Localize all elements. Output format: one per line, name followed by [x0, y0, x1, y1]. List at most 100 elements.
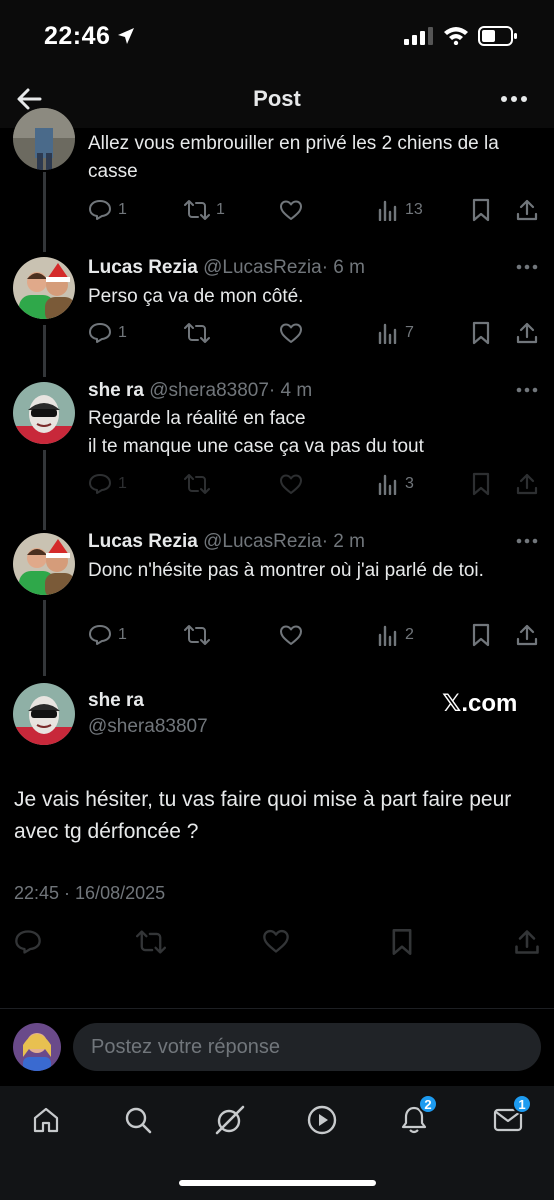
heart-icon	[280, 625, 302, 645]
nav-messages[interactable]: 1	[486, 1094, 532, 1140]
tweet-text: Allez vous embrouiller en privé les 2 ch…	[88, 133, 499, 182]
repost-button[interactable]	[184, 621, 210, 649]
heart-icon	[280, 200, 302, 220]
nav-video[interactable]	[300, 1100, 344, 1140]
like-button[interactable]	[279, 621, 303, 649]
my-avatar[interactable]	[13, 1023, 61, 1071]
nav-notifications[interactable]: 2	[392, 1094, 438, 1140]
author-line: Lucas Rezia @LucasRezia· 2 m	[88, 531, 365, 553]
share-button[interactable]	[516, 196, 538, 224]
repost-icon[interactable]	[136, 928, 166, 956]
share-icon	[516, 199, 538, 221]
like-button[interactable]	[279, 196, 303, 224]
tweet-actions: 1 2	[88, 621, 540, 649]
main-author-handle[interactable]: @shera83807	[88, 716, 208, 738]
post-time: · 2 m	[321, 531, 365, 552]
views-count: 13	[405, 201, 423, 218]
more-horizontal-icon[interactable]	[516, 538, 538, 544]
views-button[interactable]: 13	[377, 196, 423, 224]
bookmark-icon	[472, 623, 490, 647]
author-line: Lucas Rezia @LucasRezia· 6 m	[88, 257, 365, 279]
like-button[interactable]	[279, 319, 303, 347]
status-time: 22:46	[44, 22, 111, 50]
bookmark-button[interactable]	[471, 319, 491, 347]
avatar[interactable]	[13, 683, 75, 745]
thread-connector	[43, 325, 46, 377]
author-handle[interactable]: @shera83807	[149, 380, 269, 401]
reply-button[interactable]: 1	[88, 319, 127, 347]
status-bar: 22:46	[0, 0, 554, 70]
main-post-text: Je vais hésiter, tu vas faire quoi mise …	[14, 788, 512, 843]
repost-button[interactable]	[184, 319, 210, 347]
tweet-text: Donc n'hésite pas à montrer où j'ai parl…	[88, 560, 484, 581]
bookmark-button[interactable]	[471, 196, 491, 224]
search-icon	[125, 1107, 152, 1134]
tweet-actions: 1 7	[88, 319, 540, 347]
author-handle[interactable]: @LucasRezia	[203, 257, 322, 278]
bookmark-icon	[472, 198, 490, 222]
post-timestamp[interactable]: 22:45 · 16/08/2025	[14, 883, 165, 904]
reply-count: 1	[118, 201, 127, 218]
views-count: 2	[405, 626, 414, 643]
repost-button[interactable]: 1	[184, 196, 225, 224]
location-arrow-icon	[118, 28, 134, 44]
bookmark-button[interactable]	[471, 470, 491, 498]
reply-icon	[89, 200, 111, 220]
thread-connector	[43, 600, 46, 676]
reply-icon[interactable]	[14, 928, 42, 956]
views-chart-icon	[378, 323, 397, 344]
avatar[interactable]	[13, 533, 75, 595]
thread-connector	[43, 172, 46, 252]
author-name[interactable]: she ra	[88, 380, 144, 401]
avatar[interactable]	[13, 382, 75, 444]
author-name[interactable]: Lucas Rezia	[88, 531, 198, 552]
reply-button[interactable]: 1	[88, 621, 127, 649]
more-horizontal-icon[interactable]	[500, 95, 528, 103]
nav-search[interactable]	[116, 1100, 160, 1140]
share-button[interactable]	[516, 470, 538, 498]
wifi-icon	[444, 27, 468, 45]
main-author-name[interactable]: she ra	[88, 690, 144, 712]
reply-button[interactable]: 1	[88, 470, 127, 498]
like-button[interactable]	[279, 470, 303, 498]
author-name[interactable]: Lucas Rezia	[88, 257, 198, 278]
share-button[interactable]	[516, 319, 538, 347]
more-horizontal-icon[interactable]	[516, 264, 538, 270]
views-button[interactable]: 3	[377, 470, 414, 498]
reply-count: 1	[118, 324, 127, 341]
views-button[interactable]: 2	[377, 621, 414, 649]
bookmark-icon[interactable]	[390, 928, 414, 956]
repost-button[interactable]	[184, 470, 210, 498]
battery-icon	[478, 26, 517, 46]
avatar[interactable]	[13, 257, 75, 319]
repost-icon	[184, 474, 210, 494]
share-button[interactable]	[516, 621, 538, 649]
views-count: 3	[405, 475, 414, 492]
nav-grok[interactable]	[208, 1100, 252, 1140]
views-chart-icon	[378, 474, 397, 495]
share-icon[interactable]	[514, 928, 540, 956]
more-horizontal-icon[interactable]	[516, 387, 538, 393]
tweet-text: Perso ça va de mon côté.	[88, 286, 304, 307]
views-chart-icon	[378, 200, 397, 221]
reply-icon	[89, 323, 111, 343]
reply-count: 1	[118, 626, 127, 643]
heart-icon[interactable]	[262, 928, 290, 954]
cellular-signal-icon	[404, 27, 433, 45]
post-time: · 6 m	[321, 257, 365, 278]
repost-icon	[184, 323, 210, 343]
views-button[interactable]: 7	[377, 319, 414, 347]
bookmark-icon	[472, 472, 490, 496]
author-handle[interactable]: @LucasRezia	[203, 531, 322, 552]
reply-input[interactable]: Postez votre réponse	[73, 1023, 541, 1071]
tweet-text-line: Regarde la réalité en face	[88, 408, 306, 429]
bookmark-button[interactable]	[471, 621, 491, 649]
avatar[interactable]	[13, 108, 75, 170]
heart-icon	[280, 323, 302, 343]
thread-connector	[43, 450, 46, 530]
app-header: Post	[0, 70, 554, 128]
tweet-text-line: il te manque une case ça va pas du tout	[88, 436, 424, 457]
tweet-actions: 1 1 13	[88, 196, 540, 224]
nav-home[interactable]	[24, 1100, 68, 1140]
reply-button[interactable]: 1	[88, 196, 127, 224]
